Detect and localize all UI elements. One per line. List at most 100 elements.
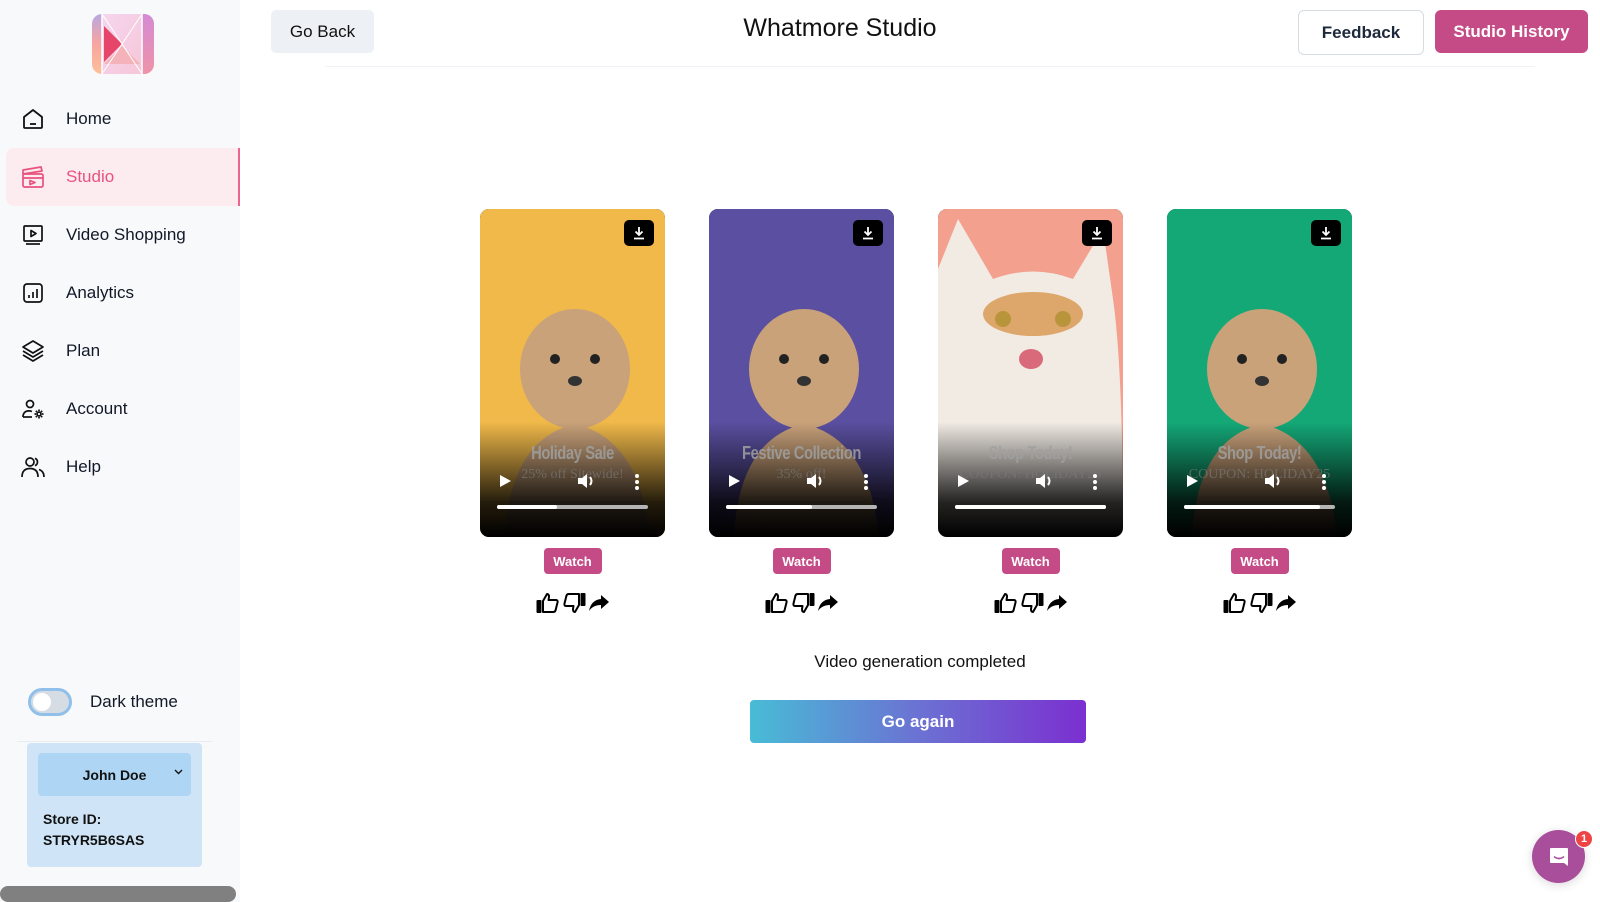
download-button[interactable] bbox=[1311, 220, 1341, 246]
chat-unread-badge: 1 bbox=[1575, 830, 1593, 848]
play-icon[interactable] bbox=[498, 473, 512, 494]
video-column: Holiday Sale 25% off Sitewide! Watch bbox=[480, 209, 665, 615]
video-overlay-title: Holiday Sale bbox=[531, 443, 614, 463]
reaction-bar bbox=[480, 591, 665, 615]
user-settings-icon bbox=[20, 396, 46, 422]
video-progress-fill bbox=[1184, 505, 1320, 509]
dark-theme-label: Dark theme bbox=[90, 692, 178, 711]
video-player[interactable]: Festive Collection 35% off! bbox=[709, 209, 894, 537]
layers-icon bbox=[20, 338, 46, 364]
volume-icon[interactable] bbox=[806, 472, 826, 495]
video-column: Shop Today! COUPON: HOLIDAY25 Watch bbox=[938, 209, 1123, 615]
play-icon[interactable] bbox=[727, 473, 741, 494]
volume-icon[interactable] bbox=[577, 472, 597, 495]
go-again-button[interactable]: Go again bbox=[750, 700, 1086, 743]
watch-button[interactable]: Watch bbox=[772, 548, 831, 574]
dark-theme-toggle[interactable] bbox=[28, 688, 72, 716]
video-progress-bar[interactable] bbox=[955, 505, 1106, 509]
reaction-bar bbox=[709, 591, 894, 615]
watch-button[interactable]: Watch bbox=[1230, 548, 1289, 574]
studio-history-button[interactable]: Studio History bbox=[1435, 10, 1588, 53]
thumbs-up-icon[interactable] bbox=[536, 592, 560, 614]
thumbs-down-icon[interactable] bbox=[791, 592, 815, 614]
store-id-value: STRYR5B6SAS bbox=[43, 832, 145, 848]
video-player[interactable]: Shop Today! COUPON: HOLIDAY25 bbox=[1167, 209, 1352, 537]
video-overlay-title: Festive Collection bbox=[742, 443, 861, 463]
video-player-icon bbox=[20, 222, 46, 248]
video-overlay-title: Shop Today! bbox=[988, 443, 1073, 463]
store-id-label: Store ID: bbox=[43, 811, 102, 827]
download-icon bbox=[1092, 227, 1102, 240]
download-button[interactable] bbox=[1082, 220, 1112, 246]
more-options-icon[interactable] bbox=[863, 473, 869, 496]
app-logo[interactable] bbox=[92, 14, 154, 74]
feedback-button[interactable]: Feedback bbox=[1298, 10, 1424, 55]
thumbs-up-icon[interactable] bbox=[765, 592, 789, 614]
more-options-icon[interactable] bbox=[1321, 473, 1327, 496]
toggle-knob bbox=[33, 693, 51, 711]
video-progress-bar[interactable] bbox=[726, 505, 877, 509]
video-progress-fill bbox=[726, 505, 813, 509]
thumbs-down-icon[interactable] bbox=[1020, 592, 1044, 614]
video-player[interactable]: Holiday Sale 25% off Sitewide! bbox=[480, 209, 665, 537]
sidebar-item-label: Video Shopping bbox=[66, 225, 186, 244]
account-card: John Doe Store ID: STRYR5B6SAS bbox=[27, 743, 202, 867]
more-options-icon[interactable] bbox=[634, 473, 640, 496]
video-player[interactable]: Shop Today! COUPON: HOLIDAY25 bbox=[938, 209, 1123, 537]
thumbs-up-icon[interactable] bbox=[994, 592, 1018, 614]
share-icon[interactable] bbox=[1046, 593, 1068, 613]
play-icon[interactable] bbox=[1185, 473, 1199, 494]
sidebar-item-video-shopping[interactable]: Video Shopping bbox=[6, 206, 240, 264]
volume-icon[interactable] bbox=[1035, 472, 1055, 495]
share-icon[interactable] bbox=[1275, 593, 1297, 613]
sidebar-item-label: Account bbox=[66, 399, 128, 418]
video-progress-bar[interactable] bbox=[497, 505, 648, 509]
download-icon bbox=[634, 227, 644, 240]
download-button[interactable] bbox=[624, 220, 654, 246]
user-dropdown[interactable]: John Doe bbox=[38, 753, 191, 796]
video-progress-fill bbox=[497, 505, 558, 509]
download-button[interactable] bbox=[853, 220, 883, 246]
dark-theme-row: Dark theme bbox=[28, 688, 178, 716]
sidebar-item-label: Studio bbox=[66, 167, 115, 186]
download-icon bbox=[1321, 227, 1331, 240]
chevron-down-icon bbox=[174, 767, 183, 778]
sidebar-item-label: Plan bbox=[66, 341, 101, 360]
sidebar-nav: Home Studio Video Shopping Analytics Pla… bbox=[6, 90, 240, 496]
user-name: John Doe bbox=[82, 766, 147, 783]
volume-icon[interactable] bbox=[1264, 472, 1284, 495]
sidebar-item-home[interactable]: Home bbox=[6, 90, 240, 148]
sidebar-item-help[interactable]: Help bbox=[6, 438, 240, 496]
generation-status: Video generation completed bbox=[814, 652, 1026, 671]
go-back-button[interactable]: Go Back bbox=[271, 10, 374, 53]
home-icon bbox=[20, 106, 46, 132]
users-icon bbox=[20, 454, 46, 480]
video-progress-bar[interactable] bbox=[1184, 505, 1335, 509]
reaction-bar bbox=[938, 591, 1123, 615]
page-title: Whatmore Studio bbox=[743, 14, 937, 42]
bar-chart-icon bbox=[20, 280, 46, 306]
share-icon[interactable] bbox=[817, 593, 839, 613]
video-overlay-title: Shop Today! bbox=[1217, 443, 1302, 463]
thumbs-down-icon[interactable] bbox=[562, 592, 586, 614]
video-progress-fill bbox=[955, 505, 1106, 509]
thumbs-down-icon[interactable] bbox=[1249, 592, 1273, 614]
sidebar-item-analytics[interactable]: Analytics bbox=[6, 264, 240, 322]
header-divider bbox=[325, 66, 1535, 67]
play-icon[interactable] bbox=[956, 473, 970, 494]
more-options-icon[interactable] bbox=[1092, 473, 1098, 496]
thumbs-up-icon[interactable] bbox=[1223, 592, 1247, 614]
sidebar-item-account[interactable]: Account bbox=[6, 380, 240, 438]
download-icon bbox=[863, 227, 873, 240]
watch-button[interactable]: Watch bbox=[1001, 548, 1060, 574]
horizontal-scrollbar[interactable] bbox=[0, 886, 236, 902]
clapperboard-icon bbox=[20, 164, 46, 190]
video-column: Festive Collection 35% off! Watch bbox=[709, 209, 894, 615]
sidebar-item-label: Analytics bbox=[66, 283, 135, 302]
sidebar-item-plan[interactable]: Plan bbox=[6, 322, 240, 380]
watch-button[interactable]: Watch bbox=[543, 548, 602, 574]
sidebar-item-studio[interactable]: Studio bbox=[6, 148, 240, 206]
sidebar-item-label: Help bbox=[66, 457, 101, 476]
share-icon[interactable] bbox=[588, 593, 610, 613]
store-info: Store ID: STRYR5B6SAS bbox=[43, 809, 144, 851]
